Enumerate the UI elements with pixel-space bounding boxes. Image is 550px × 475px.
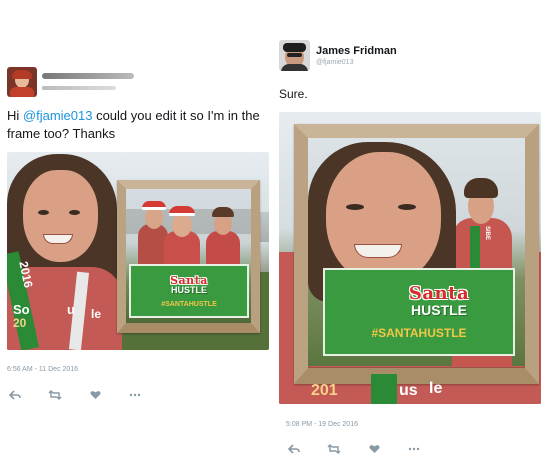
like-icon[interactable] [87,388,103,402]
left-tweet-timestamp[interactable]: 6:56 AM - 11 Dec 2016 [7,366,78,373]
more-icon[interactable] [127,388,143,402]
right-tweet-timestamp[interactable]: 5:08 PM - 19 Dec 2016 [286,421,358,428]
right-banner-logo-bottom: HUSTLE [411,302,467,318]
right-tweet-text: Sure. [279,87,308,101]
left-user-avatar[interactable] [7,67,37,97]
left-banner-hashtag: #SANTAHUSTLE [161,300,217,308]
right-banner-logo-top: Santa [408,283,470,304]
left-tweet-photo[interactable]: 2016 So 20 u le Santa HUSTLE #SANTAHUSTL… [7,152,269,350]
left-shirt-text-a: So [13,302,30,317]
left-shirt-text-c: u [67,302,75,317]
reply-icon[interactable] [7,388,23,402]
right-banner-hashtag: #SANTAHUSTLE [371,326,467,340]
like-icon[interactable] [366,442,382,456]
right-photo-santa-hustle-banner: Santa HUSTLE #SANTAHUSTLE [323,268,515,356]
left-tweet-text-prefix: Hi [7,108,23,123]
left-user-handle-redacted [42,86,116,90]
right-user-handle[interactable]: @fjamie013 [316,59,353,66]
more-icon[interactable] [406,442,422,456]
left-banner-logo-top: Santa [170,273,208,287]
right-photo-lanyard [371,374,397,404]
right-shirt-text-c: le [429,380,443,397]
right-photo-lanyard-text: SIBE [484,226,490,241]
right-tweet-photo[interactable]: SIBE Santa HUSTLE #SANTAHUSTLE 201 us le [279,112,541,404]
left-shirt-text-b: 20 [13,316,27,330]
left-shirt-text-d: le [91,307,102,321]
mention-link[interactable]: @fjamie013 [23,108,93,123]
right-user-name[interactable]: James Fridman [316,45,397,57]
retweet-icon[interactable] [326,442,342,456]
right-tweet-actions [286,442,446,456]
left-user-name-redacted [42,73,134,79]
left-tweet-actions [7,388,167,402]
left-tweet-text: Hi @fjamie013 could you edit it so I'm i… [7,107,269,143]
left-banner-logo-bottom: HUSTLE [171,284,207,295]
reply-icon[interactable] [286,442,302,456]
left-photo-santa-hustle-banner: Santa HUSTLE #SANTAHUSTLE [129,264,249,318]
right-shirt-text-a: 201 [311,382,338,399]
retweet-icon[interactable] [47,388,63,402]
right-shirt-text-b: us [399,382,418,399]
right-user-avatar[interactable] [279,40,310,71]
